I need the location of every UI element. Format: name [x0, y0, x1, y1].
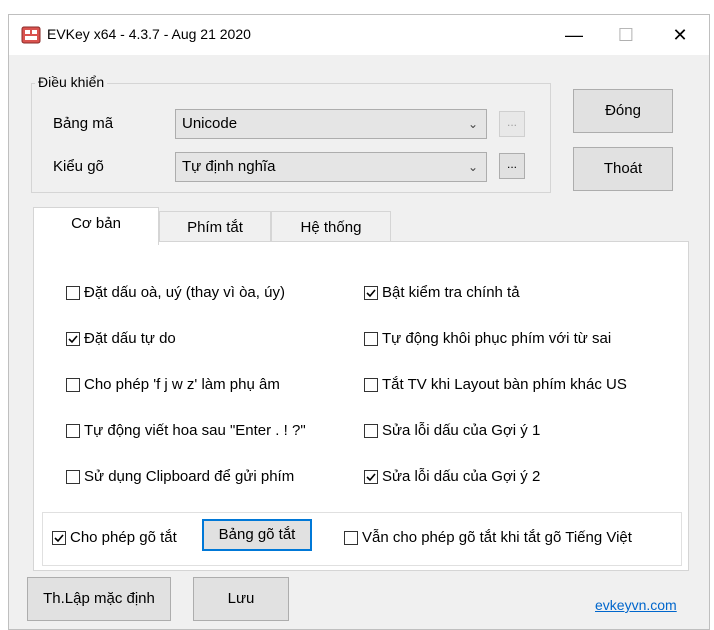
tab-panel-basic: Đặt dấu oà, uý (thay vì òa, úy) Đặt dấu …	[33, 241, 689, 571]
shortcut-table-button[interactable]: Bảng gõ tắt	[202, 519, 312, 551]
option-label: Sử dụng Clipboard để gửi phím	[84, 468, 295, 485]
checkbox[interactable]	[344, 530, 358, 545]
tab-shortcuts[interactable]: Phím tắt	[159, 211, 271, 245]
checkbox[interactable]	[66, 423, 80, 438]
option-label: Cho phép gõ tắt	[70, 529, 177, 546]
close-window-button[interactable]: ✕	[663, 21, 697, 49]
typing-more-button[interactable]: ...	[499, 153, 525, 179]
charset-value: Unicode	[182, 115, 238, 132]
option-label: Bật kiểm tra chính tả	[382, 284, 520, 301]
chevron-down-icon: ⌄	[467, 117, 478, 131]
checkbox[interactable]	[66, 469, 80, 484]
option-fix-suggestion-1[interactable]: Sửa lỗi dấu của Gợi ý 1	[364, 422, 540, 439]
option-label: Tự động khôi phục phím với từ sai	[382, 330, 612, 347]
exit-button[interactable]: Thoát	[573, 147, 673, 191]
checkbox-checked[interactable]	[364, 469, 378, 484]
tab-system[interactable]: Hệ thống	[271, 211, 391, 245]
checkbox[interactable]	[66, 285, 80, 300]
option-label: Đặt dấu tự do	[84, 330, 176, 347]
checkbox-checked[interactable]	[52, 530, 66, 545]
save-button[interactable]: Lưu	[193, 577, 289, 621]
window-title: EVKey x64 - 4.3.7 - Aug 21 2020	[47, 26, 251, 42]
option-still-allow-shortcut[interactable]: Vẫn cho phép gõ tắt khi tắt gõ Tiếng Việ…	[344, 529, 632, 546]
chevron-down-icon: ⌄	[467, 160, 478, 174]
check-icon	[366, 472, 376, 481]
app-window: EVKey x64 - 4.3.7 - Aug 21 2020 — ☐ ✕ Đi…	[8, 14, 710, 630]
check-icon	[54, 533, 64, 542]
website-link[interactable]: evkeyvn.com	[595, 597, 677, 613]
option-free-tone[interactable]: Đặt dấu tự do	[66, 330, 176, 347]
option-allow-shortcut[interactable]: Cho phép gõ tắt	[52, 529, 177, 546]
checkbox-checked[interactable]	[364, 285, 378, 300]
option-fix-suggestion-2[interactable]: Sửa lỗi dấu của Gợi ý 2	[364, 468, 540, 485]
check-icon	[68, 334, 78, 343]
option-disable-non-us[interactable]: Tắt TV khi Layout bàn phím khác US	[364, 376, 627, 393]
app-keyboard-icon	[21, 26, 41, 44]
typing-value: Tự định nghĩa	[182, 158, 276, 175]
option-label: Cho phép 'f j w z' làm phụ âm	[84, 376, 280, 393]
maximize-button[interactable]: ☐	[609, 21, 643, 49]
option-auto-restore[interactable]: Tự động khôi phục phím với từ sai	[364, 330, 611, 347]
checkbox[interactable]	[364, 331, 378, 346]
typing-select[interactable]: Tự định nghĩa ⌄	[175, 152, 487, 182]
checkbox-checked[interactable]	[66, 331, 80, 346]
checkbox[interactable]	[364, 423, 378, 438]
control-group-legend: Điều khiển	[35, 74, 108, 90]
typing-label: Kiểu gõ	[53, 158, 104, 175]
charset-label: Bảng mã	[53, 115, 114, 132]
charset-select[interactable]: Unicode ⌄	[175, 109, 487, 139]
option-label: Tự động viết hoa sau "Enter . ! ?"	[84, 422, 306, 439]
option-fjwz-consonant[interactable]: Cho phép 'f j w z' làm phụ âm	[66, 376, 280, 393]
option-use-clipboard[interactable]: Sử dụng Clipboard để gửi phím	[66, 468, 294, 485]
charset-more-button[interactable]: ...	[499, 111, 525, 137]
minimize-button[interactable]: —	[557, 21, 591, 49]
close-button[interactable]: Đóng	[573, 89, 673, 133]
option-tone-placement-new[interactable]: Đặt dấu oà, uý (thay vì òa, úy)	[66, 284, 285, 301]
option-label: Đặt dấu oà, uý (thay vì òa, úy)	[84, 284, 285, 301]
title-bar: EVKey x64 - 4.3.7 - Aug 21 2020 — ☐ ✕	[9, 15, 709, 55]
option-label: Tắt TV khi Layout bàn phím khác US	[382, 376, 627, 393]
check-icon	[366, 288, 376, 297]
option-label: Sửa lỗi dấu của Gợi ý 2	[382, 468, 541, 485]
option-spell-check[interactable]: Bật kiểm tra chính tả	[364, 284, 520, 301]
option-label: Sửa lỗi dấu của Gợi ý 1	[382, 422, 541, 439]
checkbox[interactable]	[66, 377, 80, 392]
option-auto-capitalize[interactable]: Tự động viết hoa sau "Enter . ! ?"	[66, 422, 306, 439]
tab-basic[interactable]: Cơ bản	[33, 207, 159, 245]
option-label: Vẫn cho phép gõ tắt khi tắt gõ Tiếng Việ…	[362, 529, 632, 546]
reset-defaults-button[interactable]: Th.Lập mặc định	[27, 577, 171, 621]
checkbox[interactable]	[364, 377, 378, 392]
